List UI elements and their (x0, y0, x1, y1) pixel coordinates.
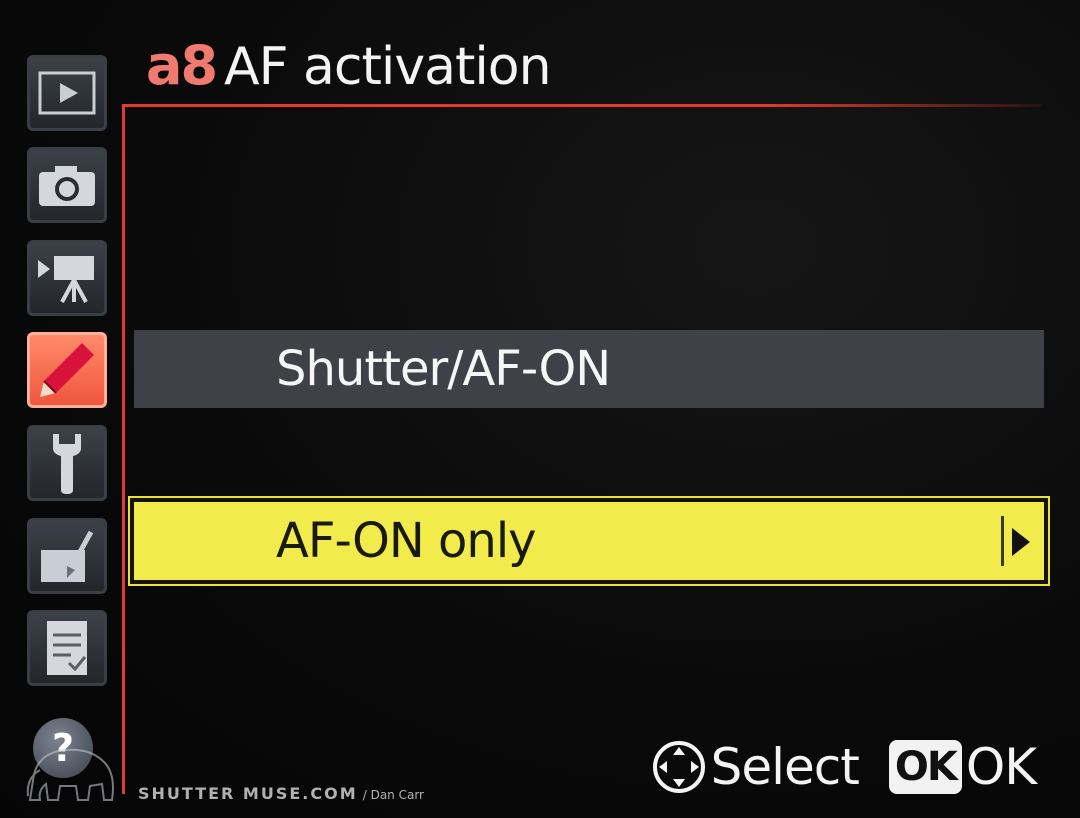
tab-custom-settings[interactable] (27, 332, 107, 408)
retouch-icon (41, 530, 94, 582)
option-label: AF-ON only (276, 513, 537, 569)
ok-hint: OK (965, 738, 1037, 796)
option-af-on-only[interactable]: AF-ON only (128, 496, 1050, 586)
footer-hints: Select OK OK (651, 738, 1037, 796)
watermark-credit: / Dan Carr (362, 788, 424, 802)
menu-frame-horizontal-line (122, 104, 1042, 107)
watermark-site: SHUTTER MUSE.COM (138, 784, 358, 803)
movie-camera-icon (38, 256, 94, 303)
pencil-icon (40, 343, 94, 397)
ok-button-icon: OK (888, 740, 962, 794)
option-shutter-af-on[interactable]: Shutter/AF-ON (134, 330, 1044, 408)
menu-frame-vertical-line (122, 104, 125, 794)
tab-recent-settings[interactable] (27, 610, 107, 686)
tab-photo-shooting[interactable] (27, 147, 107, 223)
chevron-right-icon[interactable] (1012, 528, 1030, 556)
recent-settings-icon (47, 621, 87, 675)
sidebar: ? (0, 0, 120, 818)
multi-selector-icon (652, 741, 705, 793)
tab-movie-shooting[interactable] (27, 240, 107, 316)
wrench-icon (53, 434, 81, 494)
page-title: a8 AF activation (146, 34, 552, 97)
tab-playback[interactable] (27, 55, 107, 131)
option-divider (1001, 516, 1004, 566)
option-label: Shutter/AF-ON (276, 341, 611, 397)
mammoth-logo-icon (26, 748, 114, 801)
watermark: SHUTTER MUSE.COM / Dan Carr (138, 784, 424, 803)
menu-title: AF activation (224, 37, 552, 97)
tab-setup[interactable] (27, 425, 107, 501)
select-hint: Select (710, 738, 860, 796)
menu-code: a8 (146, 34, 218, 97)
playback-icon (38, 71, 96, 115)
camera-icon (39, 166, 95, 206)
tab-retouch[interactable] (27, 518, 107, 594)
